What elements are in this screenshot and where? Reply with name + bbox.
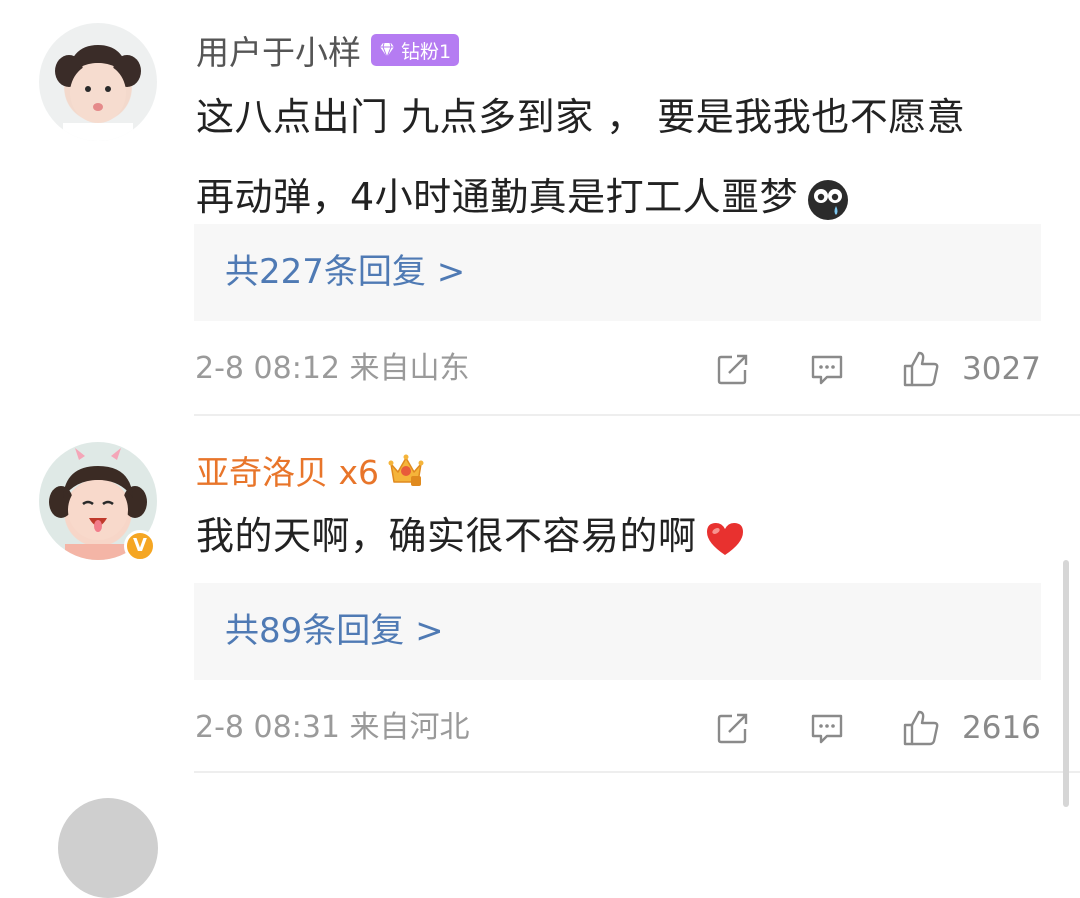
comment-text-line: 这八点出门 九点多到家 ， 要是我我也不愿意	[196, 95, 966, 139]
like-count: 2616	[962, 710, 1041, 746]
like-icon[interactable]	[901, 708, 941, 748]
comment-text: 这八点出门 九点多到家 ， 要是我我也不愿意 再动弹，4小时通勤真是打工人噩梦	[196, 77, 1046, 237]
user-header: 亚奇洛贝 x6	[196, 448, 425, 492]
replies-box[interactable]: 共89条回复 >	[194, 583, 1041, 680]
replies-box[interactable]: 共227条回复 >	[194, 224, 1041, 321]
time-location: 2-8 08:12 来自山东	[195, 351, 470, 386]
share-icon[interactable]	[715, 351, 751, 387]
view-replies-link[interactable]: 共89条回复 >	[225, 583, 444, 680]
divider	[194, 771, 1080, 773]
divider	[194, 414, 1080, 416]
comment-icon[interactable]	[809, 710, 845, 746]
comment-item: V 亚奇洛贝 x6 我的天啊，确实很不容易的啊 共89条回复 > 2-8 08:…	[0, 418, 1080, 773]
view-replies-link[interactable]: 共227条回复 >	[225, 224, 465, 321]
comment-text-line: 再动弹，4小时通勤真是打工人噩梦	[196, 175, 799, 219]
avatar[interactable]	[58, 798, 158, 898]
red-heart-emoji	[706, 522, 743, 555]
like-icon[interactable]	[901, 349, 941, 389]
fan-level-badge[interactable]: 钻粉1	[371, 34, 460, 66]
crown-icon[interactable]	[387, 452, 425, 488]
diamond-icon	[380, 42, 394, 58]
comment-item: 用户于小样 钻粉1 这八点出门 九点多到家 ， 要是我我也不愿意 再动弹，4小时…	[0, 0, 1080, 416]
share-icon[interactable]	[715, 710, 751, 746]
avatar[interactable]	[39, 23, 157, 141]
comment-meta: 2-8 08:12 来自山东 3027	[195, 347, 1042, 391]
username[interactable]: 亚奇洛贝 x6	[196, 446, 379, 494]
time-location: 2-8 08:31 来自河北	[195, 710, 470, 745]
comment-text-line: 我的天啊，确实很不容易的啊	[196, 514, 697, 558]
verified-badge: V	[124, 530, 156, 562]
username[interactable]: 用户于小样	[196, 26, 361, 74]
comment-icon[interactable]	[809, 351, 845, 387]
like-count: 3027	[962, 351, 1041, 387]
user-header: 用户于小样 钻粉1	[196, 26, 460, 74]
crying-face-emoji	[808, 179, 849, 220]
scrollbar[interactable]	[1063, 560, 1069, 807]
fan-badge-label: 钻粉1	[401, 40, 452, 63]
comment-text: 我的天啊，确实很不容易的啊	[196, 496, 1046, 576]
comment-meta: 2-8 08:31 来自河北 2616	[195, 706, 1042, 750]
